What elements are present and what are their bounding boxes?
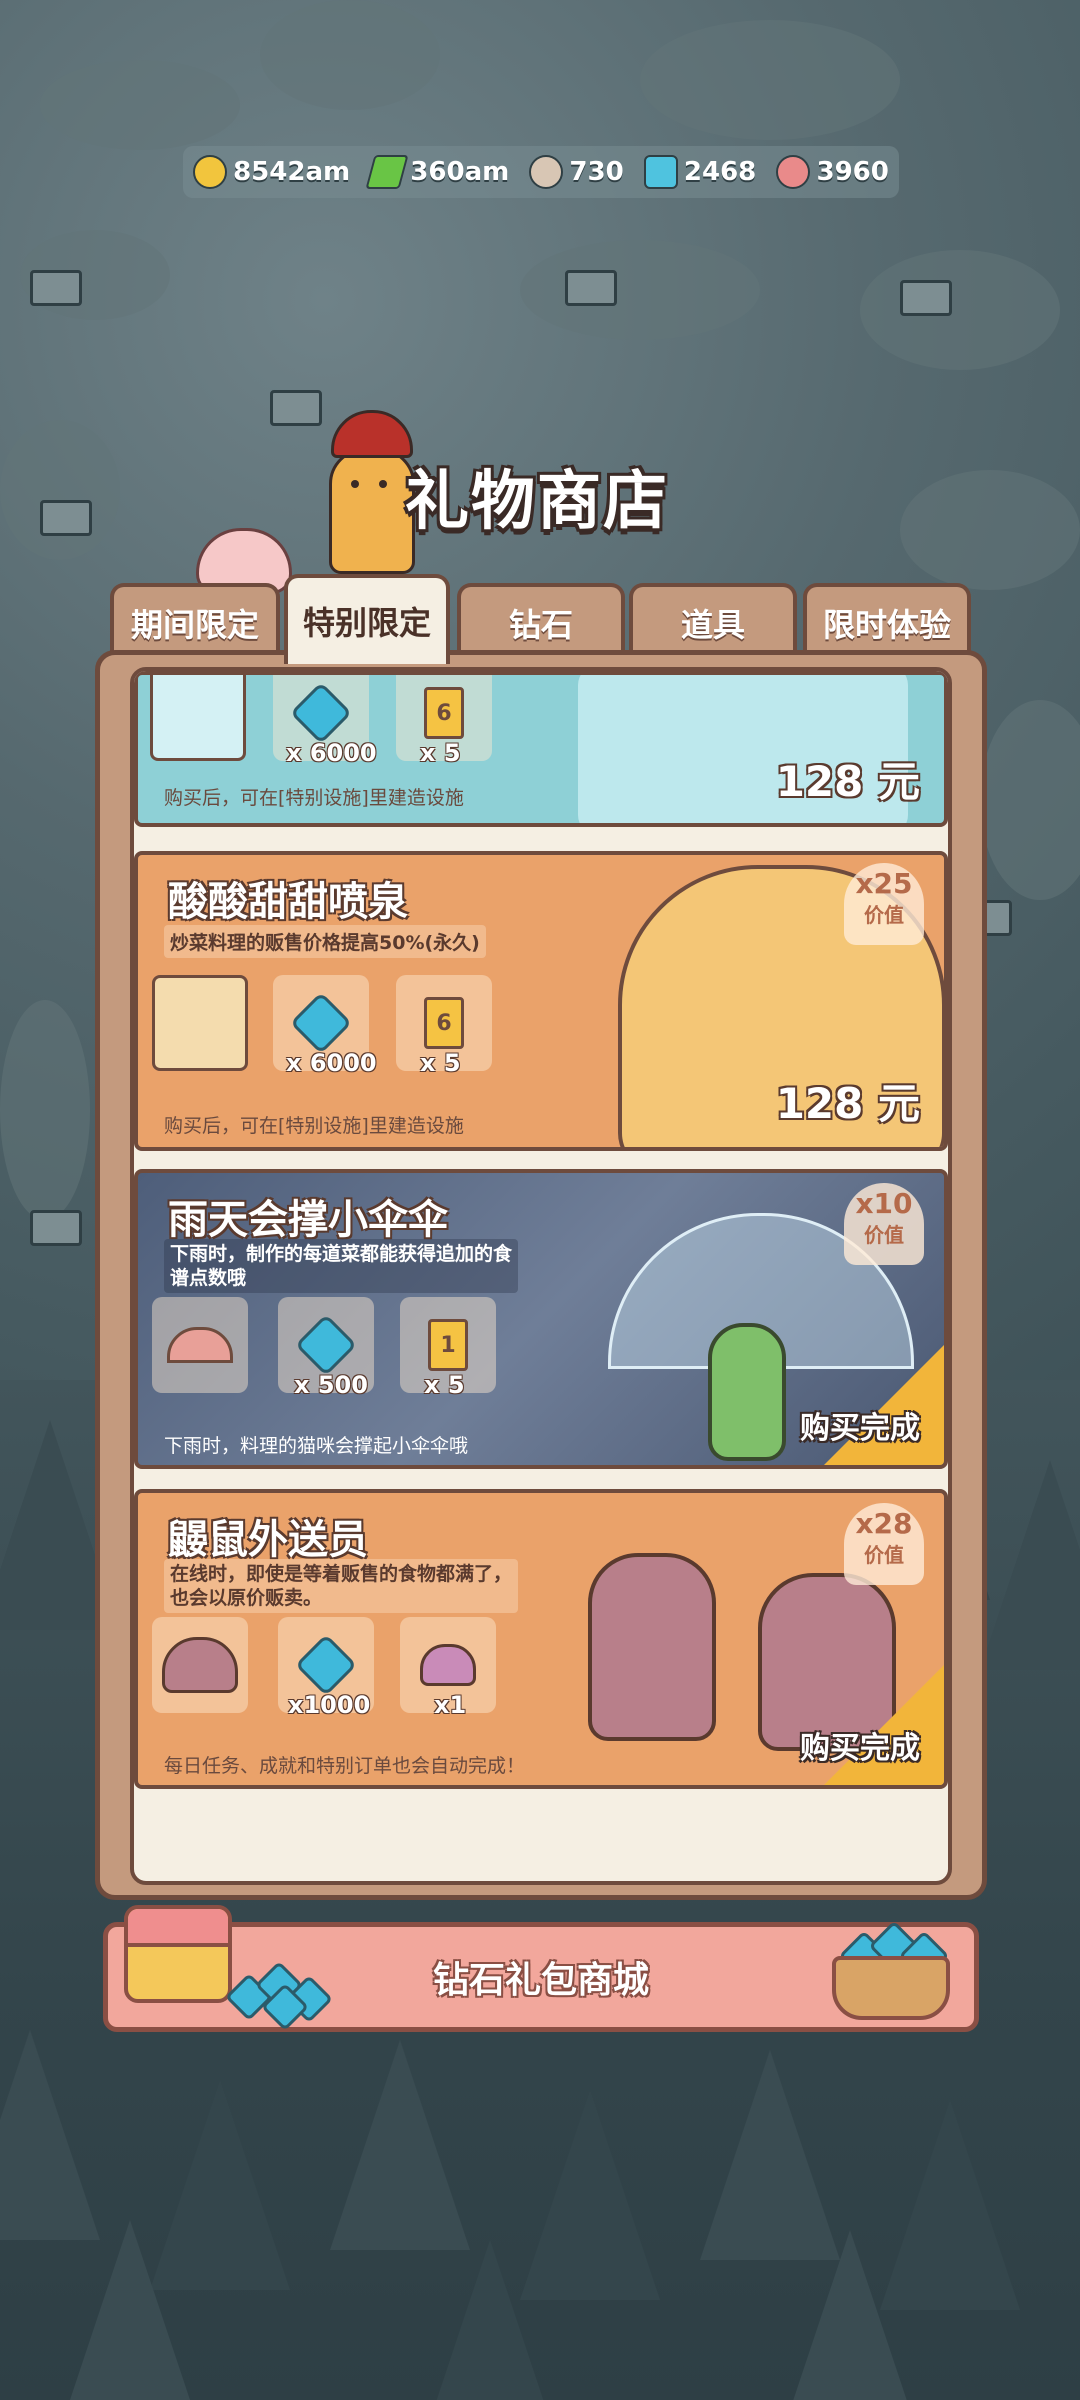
diamond-value: 2468 xyxy=(683,157,757,187)
ice-thumbnail xyxy=(150,675,246,761)
ticket-reward-count: x 5 xyxy=(420,1049,461,1077)
card-footer-note: 每日任务、成就和特别订单也会自动完成！ xyxy=(164,1755,526,1777)
card-title: 鼹鼠外送员 xyxy=(168,1517,368,1563)
diamond-icon xyxy=(289,681,353,745)
card-footer-note: 下雨时，料理的猫咪会撑起小伞伞哦 xyxy=(164,1435,469,1457)
tab-diamond[interactable]: 钻石 xyxy=(457,583,625,659)
tab-period-limited[interactable]: 期间限定 xyxy=(110,583,280,659)
diamond-reward-count: x 500 xyxy=(294,1371,368,1399)
ticket-icon: 6 xyxy=(424,687,464,739)
coin-resource: 8542am xyxy=(193,155,350,189)
umbrella-card[interactable]: 雨天会撑小伞伞 下雨时，制作的每道菜都能获得追加的食 谱点数哦 x 500 1 … xyxy=(134,1169,948,1469)
ticket-icon: 6 xyxy=(424,997,464,1049)
diamond-icon xyxy=(289,991,353,1055)
mole-thumbnail xyxy=(152,1617,248,1713)
fountain-card[interactable]: 酸酸甜甜喷泉 炒菜料理的贩售价格提高50%(永久) x 6000 6 x 5 购… xyxy=(134,851,948,1151)
diamond-icon xyxy=(643,155,678,189)
price-button[interactable]: 128 元 xyxy=(776,1070,920,1131)
mole-image xyxy=(588,1553,716,1741)
candy-icon xyxy=(776,155,811,189)
card-footer-note: 购买后，可在[特别设施]里建造设施 xyxy=(164,1115,464,1137)
tab-special-limited[interactable]: 特别限定 xyxy=(284,574,450,664)
candy-resource: 3960 xyxy=(776,155,889,189)
cookie-icon xyxy=(529,155,564,189)
energy-resource: 360am xyxy=(365,155,510,189)
diamond-resource: 2468 xyxy=(643,155,757,189)
fountain-thumbnail xyxy=(152,975,248,1071)
card-description: 下雨时，制作的每道菜都能获得追加的食 谱点数哦 xyxy=(164,1239,519,1293)
diamond-icon xyxy=(294,1313,358,1377)
diamond-icon xyxy=(294,1633,358,1697)
shop-list[interactable]: x 6000 6 x 5 购买后，可在[特别设施]里建造设施 128 元 酸酸甜… xyxy=(130,667,952,1885)
shop-panel: x 6000 6 x 5 购买后，可在[特别设施]里建造设施 128 元 酸酸甜… xyxy=(95,650,987,1900)
tab-items[interactable]: 道具 xyxy=(629,583,797,659)
diamond-reward-count: x1000 xyxy=(288,1691,371,1719)
diamond-basket-icon xyxy=(832,1920,950,2020)
umbrella-icon xyxy=(167,1327,233,1363)
mole-icon xyxy=(162,1637,238,1693)
candy-value: 3960 xyxy=(816,157,889,187)
energy-value: 360am xyxy=(410,157,510,187)
card-description: 炒菜料理的贩售价格提高50%(永久) xyxy=(164,925,486,958)
treasure-chest-icon xyxy=(124,1905,232,2003)
cookie-value: 730 xyxy=(569,157,624,187)
purchased-status: 购买完成 xyxy=(800,1731,920,1766)
ticket-icon: 1 xyxy=(428,1319,468,1371)
mole-delivery-card[interactable]: 鼹鼠外送员 在线时，即使是等着贩售的食物都满了， 也会以原价贩卖。 x1000 … xyxy=(134,1489,948,1789)
diamond-reward-count: x 6000 xyxy=(286,1049,377,1077)
lightning-icon xyxy=(365,155,409,189)
ice-facility-card[interactable]: x 6000 6 x 5 购买后，可在[特别设施]里建造设施 128 元 xyxy=(134,671,948,827)
card-footer-note: 购买后，可在[特别设施]里建造设施 xyxy=(164,787,464,809)
value-badge: x25 价值 xyxy=(844,863,924,945)
card-description: 在线时，即使是等着贩售的食物都满了， 也会以原价贩卖。 xyxy=(164,1559,519,1613)
coin-icon xyxy=(193,155,228,189)
coin-value: 8542am xyxy=(233,157,351,187)
frog-cat-image xyxy=(708,1323,786,1461)
value-badge: x10 价值 xyxy=(844,1183,924,1265)
dessert-reward-count: x1 xyxy=(434,1691,467,1719)
value-badge: x28 价值 xyxy=(844,1503,924,1585)
diamond-pile-icon xyxy=(224,1960,338,2032)
ticket-reward-count: x 5 xyxy=(420,739,461,767)
card-title: 酸酸甜甜喷泉 xyxy=(168,879,408,925)
card-title: 雨天会撑小伞伞 xyxy=(168,1197,448,1243)
purchased-status: 购买完成 xyxy=(800,1411,920,1446)
tab-limited-trial[interactable]: 限时体验 xyxy=(803,583,971,659)
cookie-resource: 730 xyxy=(529,155,624,189)
dessert-icon xyxy=(420,1644,476,1686)
umbrella-thumbnail xyxy=(152,1297,248,1393)
page-title: 礼物商店 xyxy=(405,465,669,539)
diamond-reward-count: x 6000 xyxy=(286,739,377,767)
price-button[interactable]: 128 元 xyxy=(776,748,920,809)
diamond-pack-shop-label: 钻石礼包商城 xyxy=(432,1960,649,2001)
resource-bar: 8542am 360am 730 2468 3960 xyxy=(183,146,899,198)
ticket-reward-count: x 5 xyxy=(424,1371,465,1399)
cat-mascot-icon xyxy=(325,410,415,574)
